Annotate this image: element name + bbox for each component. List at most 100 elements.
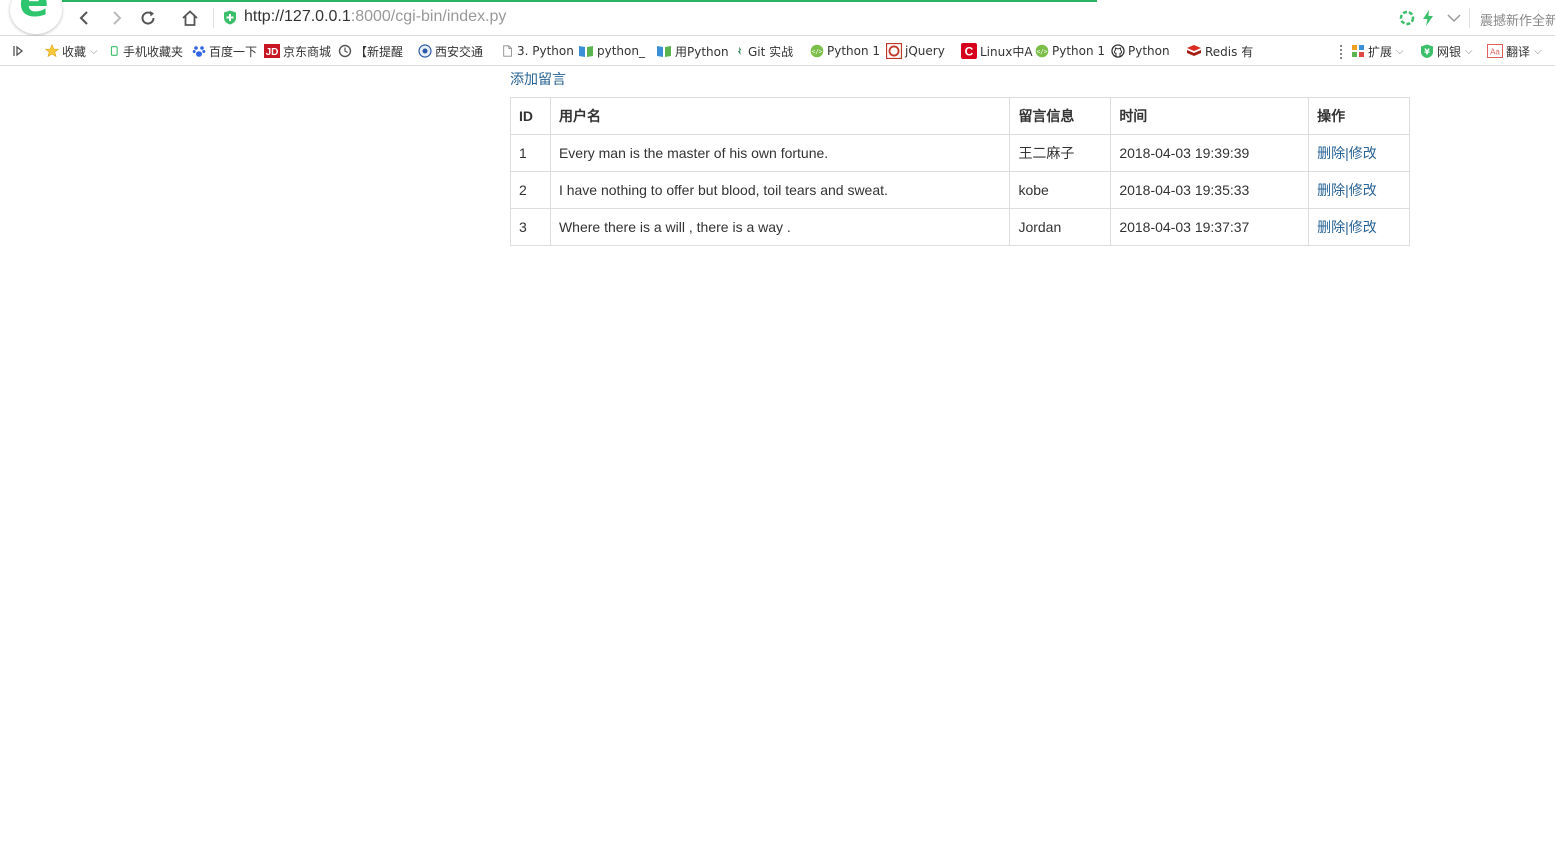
- edit-link[interactable]: 修改: [1349, 219, 1377, 235]
- extensions-icon: [1352, 45, 1364, 57]
- bookmark-jd[interactable]: JD 京东商城: [264, 43, 331, 59]
- bookmark-git[interactable]: Git 实战: [735, 43, 793, 59]
- bookmark-label: 京东商城: [283, 44, 332, 59]
- dropdown-chevron-icon[interactable]: [1445, 9, 1463, 27]
- home-icon: [182, 10, 198, 26]
- bookmark-use-python[interactable]: 用Python: [656, 43, 729, 59]
- reload-button[interactable]: [136, 6, 160, 30]
- bookmark-mobile-favorites[interactable]: 手机收藏夹: [110, 43, 183, 59]
- code-icon: </>: [810, 44, 824, 58]
- forward-button[interactable]: [105, 6, 129, 30]
- bookmark-jquery[interactable]: jQuery: [886, 43, 945, 59]
- bank-icon: ¥: [1421, 44, 1433, 58]
- sidebar-toggle-icon: [13, 45, 24, 57]
- column-header-time: 时间: [1110, 97, 1310, 135]
- bell-icon: [338, 44, 352, 58]
- bookmark-label: Git 实战: [748, 44, 794, 59]
- cell-message: Where there is a will , there is a way .: [549, 208, 1011, 246]
- translate-icon: Aa: [1487, 44, 1503, 58]
- jd-icon: JD: [264, 44, 280, 58]
- book-icon: [579, 46, 593, 57]
- sidebar-toggle-button[interactable]: [12, 43, 24, 59]
- bookmark-baidu[interactable]: 百度一下: [192, 43, 257, 59]
- lightning-icon[interactable]: [1419, 9, 1437, 27]
- cell-id: 1: [510, 134, 551, 172]
- csdn-icon: C: [961, 43, 977, 59]
- security-check-icon[interactable]: [1398, 9, 1416, 27]
- chevron-down-icon: ⌵: [1396, 45, 1404, 57]
- bookmark-label: 用Python: [675, 44, 729, 59]
- bookmarks-bar: 收藏 ⌵ 手机收藏夹 百度一下 JD 京东商城 【新提醒 西安交通 3. Pyth…: [0, 36, 1555, 66]
- cell-message: Every man is the master of his own fortu…: [549, 134, 1011, 172]
- table-header-row: ID 用户名 留言信息 时间 操作: [510, 97, 1410, 135]
- extensions-button[interactable]: 扩展 ⌵: [1351, 43, 1404, 59]
- edit-link[interactable]: 修改: [1349, 145, 1377, 161]
- git-icon: [737, 46, 742, 56]
- bookmark-label: Linux中A: [980, 44, 1033, 59]
- book-icon: [657, 46, 671, 57]
- phone-icon: [110, 46, 118, 56]
- bookmark-reminder[interactable]: 【新提醒: [338, 43, 403, 59]
- back-button[interactable]: [72, 6, 96, 30]
- address-bar[interactable]: http://127.0.0.1:8000/cgi-bin/index.py: [244, 8, 506, 26]
- online-banking-button[interactable]: ¥ 网银 ⌵: [1420, 43, 1473, 59]
- home-button[interactable]: [178, 6, 202, 30]
- redis-icon: [1187, 45, 1201, 56]
- bookmark-label: Redis 有: [1205, 44, 1254, 59]
- banking-label: 网银: [1437, 44, 1462, 59]
- bookmark-label: 西安交通: [435, 44, 484, 59]
- bookmark-python-github[interactable]: Python: [1111, 43, 1170, 59]
- reload-icon: [141, 11, 155, 25]
- cell-time: 2018-04-03 19:37:37: [1110, 208, 1310, 246]
- bookmark-xjtu[interactable]: 西安交通: [418, 43, 483, 59]
- cell-user: kobe: [1009, 171, 1112, 209]
- svg-text:C: C: [965, 45, 974, 59]
- svg-text:</>: </>: [812, 49, 823, 56]
- bookmark-python-doc[interactable]: 3. Python: [502, 43, 574, 59]
- bookmark-redis[interactable]: Redis 有: [1186, 43, 1253, 59]
- cell-user: 王二麻子: [1009, 134, 1112, 172]
- column-header-id: ID: [510, 97, 551, 135]
- delete-link[interactable]: 删除: [1317, 219, 1345, 235]
- delete-link[interactable]: 删除: [1317, 145, 1345, 161]
- svg-text:¥: ¥: [1424, 48, 1430, 57]
- bookmark-linux[interactable]: C Linux中A: [961, 43, 1033, 59]
- cell-id: 3: [510, 208, 551, 246]
- cell-id: 2: [510, 171, 551, 209]
- svg-text:</>: </>: [1037, 49, 1048, 56]
- xjtu-icon: [418, 44, 432, 58]
- document-icon: [503, 45, 512, 57]
- table-row: 2 I have nothing to offer but blood, toi…: [510, 171, 1410, 209]
- bookmark-favorites[interactable]: 收藏 ⌵: [45, 43, 98, 59]
- toolbar-divider: [1469, 8, 1470, 28]
- add-message-link[interactable]: 添加留言: [510, 69, 566, 89]
- bookmark-label: Python: [1128, 44, 1170, 58]
- cell-actions: 删除|修改: [1308, 208, 1410, 246]
- chevron-down-icon: ⌵: [1534, 45, 1542, 57]
- cell-time: 2018-04-03 19:39:39: [1110, 134, 1310, 172]
- bookmark-label: 3. Python: [517, 44, 574, 58]
- messages-table: ID 用户名 留言信息 时间 操作 1 Every man is the mas…: [510, 97, 1410, 246]
- browser-logo-icon[interactable]: e: [10, 0, 62, 34]
- bookmark-label: 【新提醒: [355, 44, 404, 59]
- translate-button[interactable]: Aa 翻译 ⌵: [1487, 43, 1542, 59]
- bookmarks-overflow-icon[interactable]: [1340, 45, 1342, 59]
- column-header-message: 留言信息: [1009, 97, 1112, 135]
- edit-link[interactable]: 修改: [1349, 182, 1377, 198]
- secure-shield-icon[interactable]: [223, 10, 237, 25]
- cell-actions: 删除|修改: [1308, 134, 1410, 172]
- bookmark-python-1[interactable]: </> Python 1: [810, 43, 880, 59]
- bookmark-python-underscore[interactable]: python_: [578, 43, 645, 59]
- star-icon: [45, 44, 59, 58]
- jquery-icon: [886, 43, 902, 59]
- address-divider: [213, 8, 214, 28]
- cell-message: I have nothing to offer but blood, toil …: [549, 171, 1011, 209]
- bookmark-label: jQuery: [905, 44, 945, 58]
- page-load-progress: [62, 0, 1097, 2]
- delete-link[interactable]: 删除: [1317, 182, 1345, 198]
- news-ticker[interactable]: 震撼新作全新: [1480, 10, 1555, 29]
- bookmark-label: Python 1: [1052, 44, 1106, 58]
- bookmark-label: python_: [597, 44, 645, 58]
- bookmark-python-1b[interactable]: </> Python 1: [1035, 43, 1105, 59]
- translate-label: 翻译: [1506, 44, 1531, 59]
